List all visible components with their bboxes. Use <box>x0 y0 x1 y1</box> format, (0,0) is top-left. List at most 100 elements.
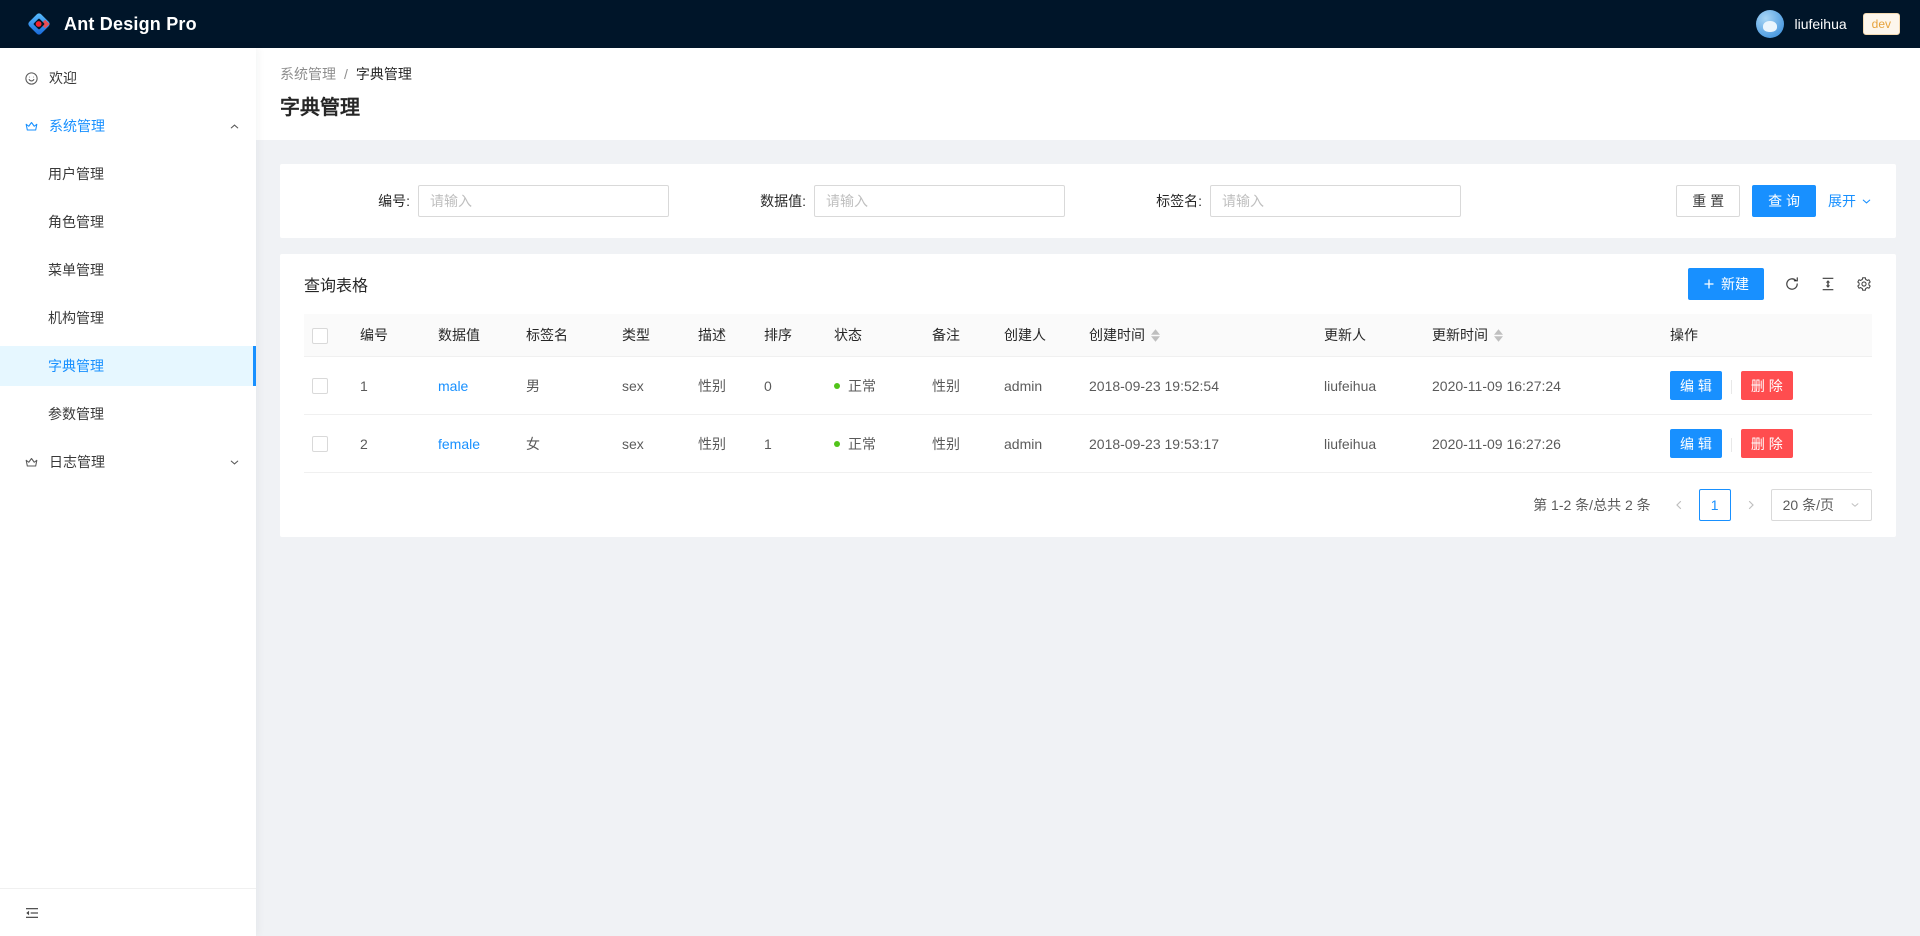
breadcrumb: 系统管理 / 字典管理 <box>280 64 1896 84</box>
sidebar-group-logs[interactable]: 日志管理 <box>0 442 256 482</box>
expand-toggle[interactable]: 展开 <box>1828 191 1872 211</box>
query-button[interactable]: 查 询 <box>1752 185 1816 217</box>
breadcrumb-parent[interactable]: 系统管理 <box>280 64 336 84</box>
user-avatar <box>1756 10 1784 38</box>
select-all-checkbox[interactable] <box>312 328 328 344</box>
menu-fold-icon[interactable] <box>24 905 40 921</box>
chevron-down-icon <box>1861 196 1872 207</box>
sidebar-item-label: 字典管理 <box>48 356 104 376</box>
cell-desc: 性别 <box>690 415 756 473</box>
id-input[interactable] <box>418 185 669 217</box>
sidebar-item-label: 欢迎 <box>49 68 77 88</box>
cell-created: 2018-09-23 19:53:17 <box>1081 415 1316 473</box>
app-title: Ant Design Pro <box>64 14 197 35</box>
edit-button[interactable]: 编 辑 <box>1670 429 1722 458</box>
breadcrumb-current: 字典管理 <box>356 64 412 84</box>
status-dot-icon <box>834 441 840 447</box>
sidebar-item-menu-mgmt[interactable]: 菜单管理 <box>0 250 256 290</box>
sidebar-item-org-mgmt[interactable]: 机构管理 <box>0 298 256 338</box>
sidebar: 欢迎 系统管理 用户管理 角色管 <box>0 48 256 936</box>
chevron-down-icon <box>229 457 240 468</box>
main-area: 系统管理 / 字典管理 字典管理 编号: 数据值: <box>256 48 1920 936</box>
cell-actions: 编 辑删 除 <box>1662 357 1872 415</box>
crown-icon <box>24 455 39 470</box>
reset-button[interactable]: 重 置 <box>1676 185 1740 217</box>
cell-value-link[interactable]: male <box>438 378 468 394</box>
col-updated-time[interactable]: 更新时间 <box>1424 314 1662 357</box>
row-checkbox[interactable] <box>312 436 328 452</box>
search-field-id: 编号: <box>304 185 700 217</box>
page-content: 编号: 数据值: 标签名: 重 置 查 询 <box>256 140 1920 936</box>
sidebar-group-label: 日志管理 <box>49 452 105 472</box>
status-badge: 正常 <box>834 434 916 454</box>
breadcrumb-separator: / <box>344 66 348 82</box>
sidebar-item-dict-mgmt[interactable]: 字典管理 <box>0 346 256 386</box>
row-checkbox[interactable] <box>312 378 328 394</box>
table-row: 1 male 男 sex 性别 0 正常 性别 admin 2018-09- <box>304 357 1872 415</box>
col-type: 类型 <box>614 314 690 357</box>
cell-sort: 1 <box>756 415 826 473</box>
field-label: 标签名: <box>1096 191 1210 211</box>
sidebar-group-system[interactable]: 系统管理 <box>0 106 256 146</box>
prev-page-icon[interactable] <box>1667 489 1691 521</box>
table-header-row: 编号 数据值 标签名 类型 描述 排序 状态 备注 创建人 <box>304 314 1872 357</box>
sidebar-item-role-mgmt[interactable]: 角色管理 <box>0 202 256 242</box>
search-field-value: 数据值: <box>700 185 1096 217</box>
cell-updater: liufeihua <box>1316 357 1424 415</box>
status-dot-icon <box>834 383 840 389</box>
logo-area[interactable]: Ant Design Pro <box>0 0 221 48</box>
tag-input[interactable] <box>1210 185 1461 217</box>
new-button[interactable]: 新建 <box>1688 268 1764 300</box>
sidebar-group-label: 系统管理 <box>49 116 105 136</box>
vertical-divider <box>1731 380 1732 394</box>
col-creator: 创建人 <box>996 314 1081 357</box>
pagination-total: 第 1-2 条/总共 2 条 <box>1533 495 1650 515</box>
sidebar-menu: 欢迎 系统管理 用户管理 角色管 <box>0 48 256 888</box>
cell-id: 1 <box>352 357 430 415</box>
sidebar-item-param-mgmt[interactable]: 参数管理 <box>0 394 256 434</box>
search-field-tag: 标签名: <box>1096 185 1492 217</box>
delete-button[interactable]: 删 除 <box>1741 429 1793 458</box>
cell-creator: admin <box>996 415 1081 473</box>
vertical-divider <box>1731 438 1732 452</box>
chevron-down-icon <box>1850 500 1860 510</box>
data-table: 编号 数据值 标签名 类型 描述 排序 状态 备注 创建人 <box>280 314 1896 473</box>
table-row: 2 female 女 sex 性别 1 正常 性别 admin 2018-0 <box>304 415 1872 473</box>
cell-creator: admin <box>996 357 1081 415</box>
cell-sort: 0 <box>756 357 826 415</box>
select-all-cell <box>304 314 352 357</box>
cell-updater: liufeihua <box>1316 415 1424 473</box>
sidebar-footer <box>0 888 256 936</box>
new-button-label: 新建 <box>1721 274 1749 294</box>
col-actions: 操作 <box>1662 314 1872 357</box>
topbar: Ant Design Pro liufeihua dev <box>0 0 1920 48</box>
chevron-up-icon <box>229 121 240 132</box>
sidebar-item-label: 角色管理 <box>48 212 104 232</box>
column-height-icon[interactable] <box>1820 276 1836 292</box>
cell-actions: 编 辑删 除 <box>1662 415 1872 473</box>
next-page-icon[interactable] <box>1739 489 1763 521</box>
col-sort: 排序 <box>756 314 826 357</box>
edit-button[interactable]: 编 辑 <box>1670 371 1722 400</box>
col-value: 数据值 <box>430 314 518 357</box>
cell-value-link[interactable]: female <box>438 436 480 452</box>
search-form: 编号: 数据值: 标签名: 重 置 查 询 <box>280 164 1896 238</box>
value-input[interactable] <box>814 185 1065 217</box>
reload-icon[interactable] <box>1784 276 1800 292</box>
sidebar-item-welcome[interactable]: 欢迎 <box>0 58 256 98</box>
sidebar-item-user-mgmt[interactable]: 用户管理 <box>0 154 256 194</box>
cell-desc: 性别 <box>690 357 756 415</box>
crown-icon <box>24 119 39 134</box>
col-tag: 标签名 <box>518 314 614 357</box>
sorter-icon <box>1151 329 1160 342</box>
user-area[interactable]: liufeihua dev <box>1756 10 1920 38</box>
search-actions: 重 置 查 询 展开 <box>1676 185 1872 217</box>
page-size-select[interactable]: 20 条/页 <box>1771 489 1872 521</box>
delete-button[interactable]: 删 除 <box>1741 371 1793 400</box>
col-created-time[interactable]: 创建时间 <box>1081 314 1316 357</box>
plus-icon <box>1703 278 1715 290</box>
cell-updated: 2020-11-09 16:27:24 <box>1424 357 1662 415</box>
page-number[interactable]: 1 <box>1699 489 1731 521</box>
settings-gear-icon[interactable] <box>1856 276 1872 292</box>
field-label: 编号: <box>304 191 418 211</box>
